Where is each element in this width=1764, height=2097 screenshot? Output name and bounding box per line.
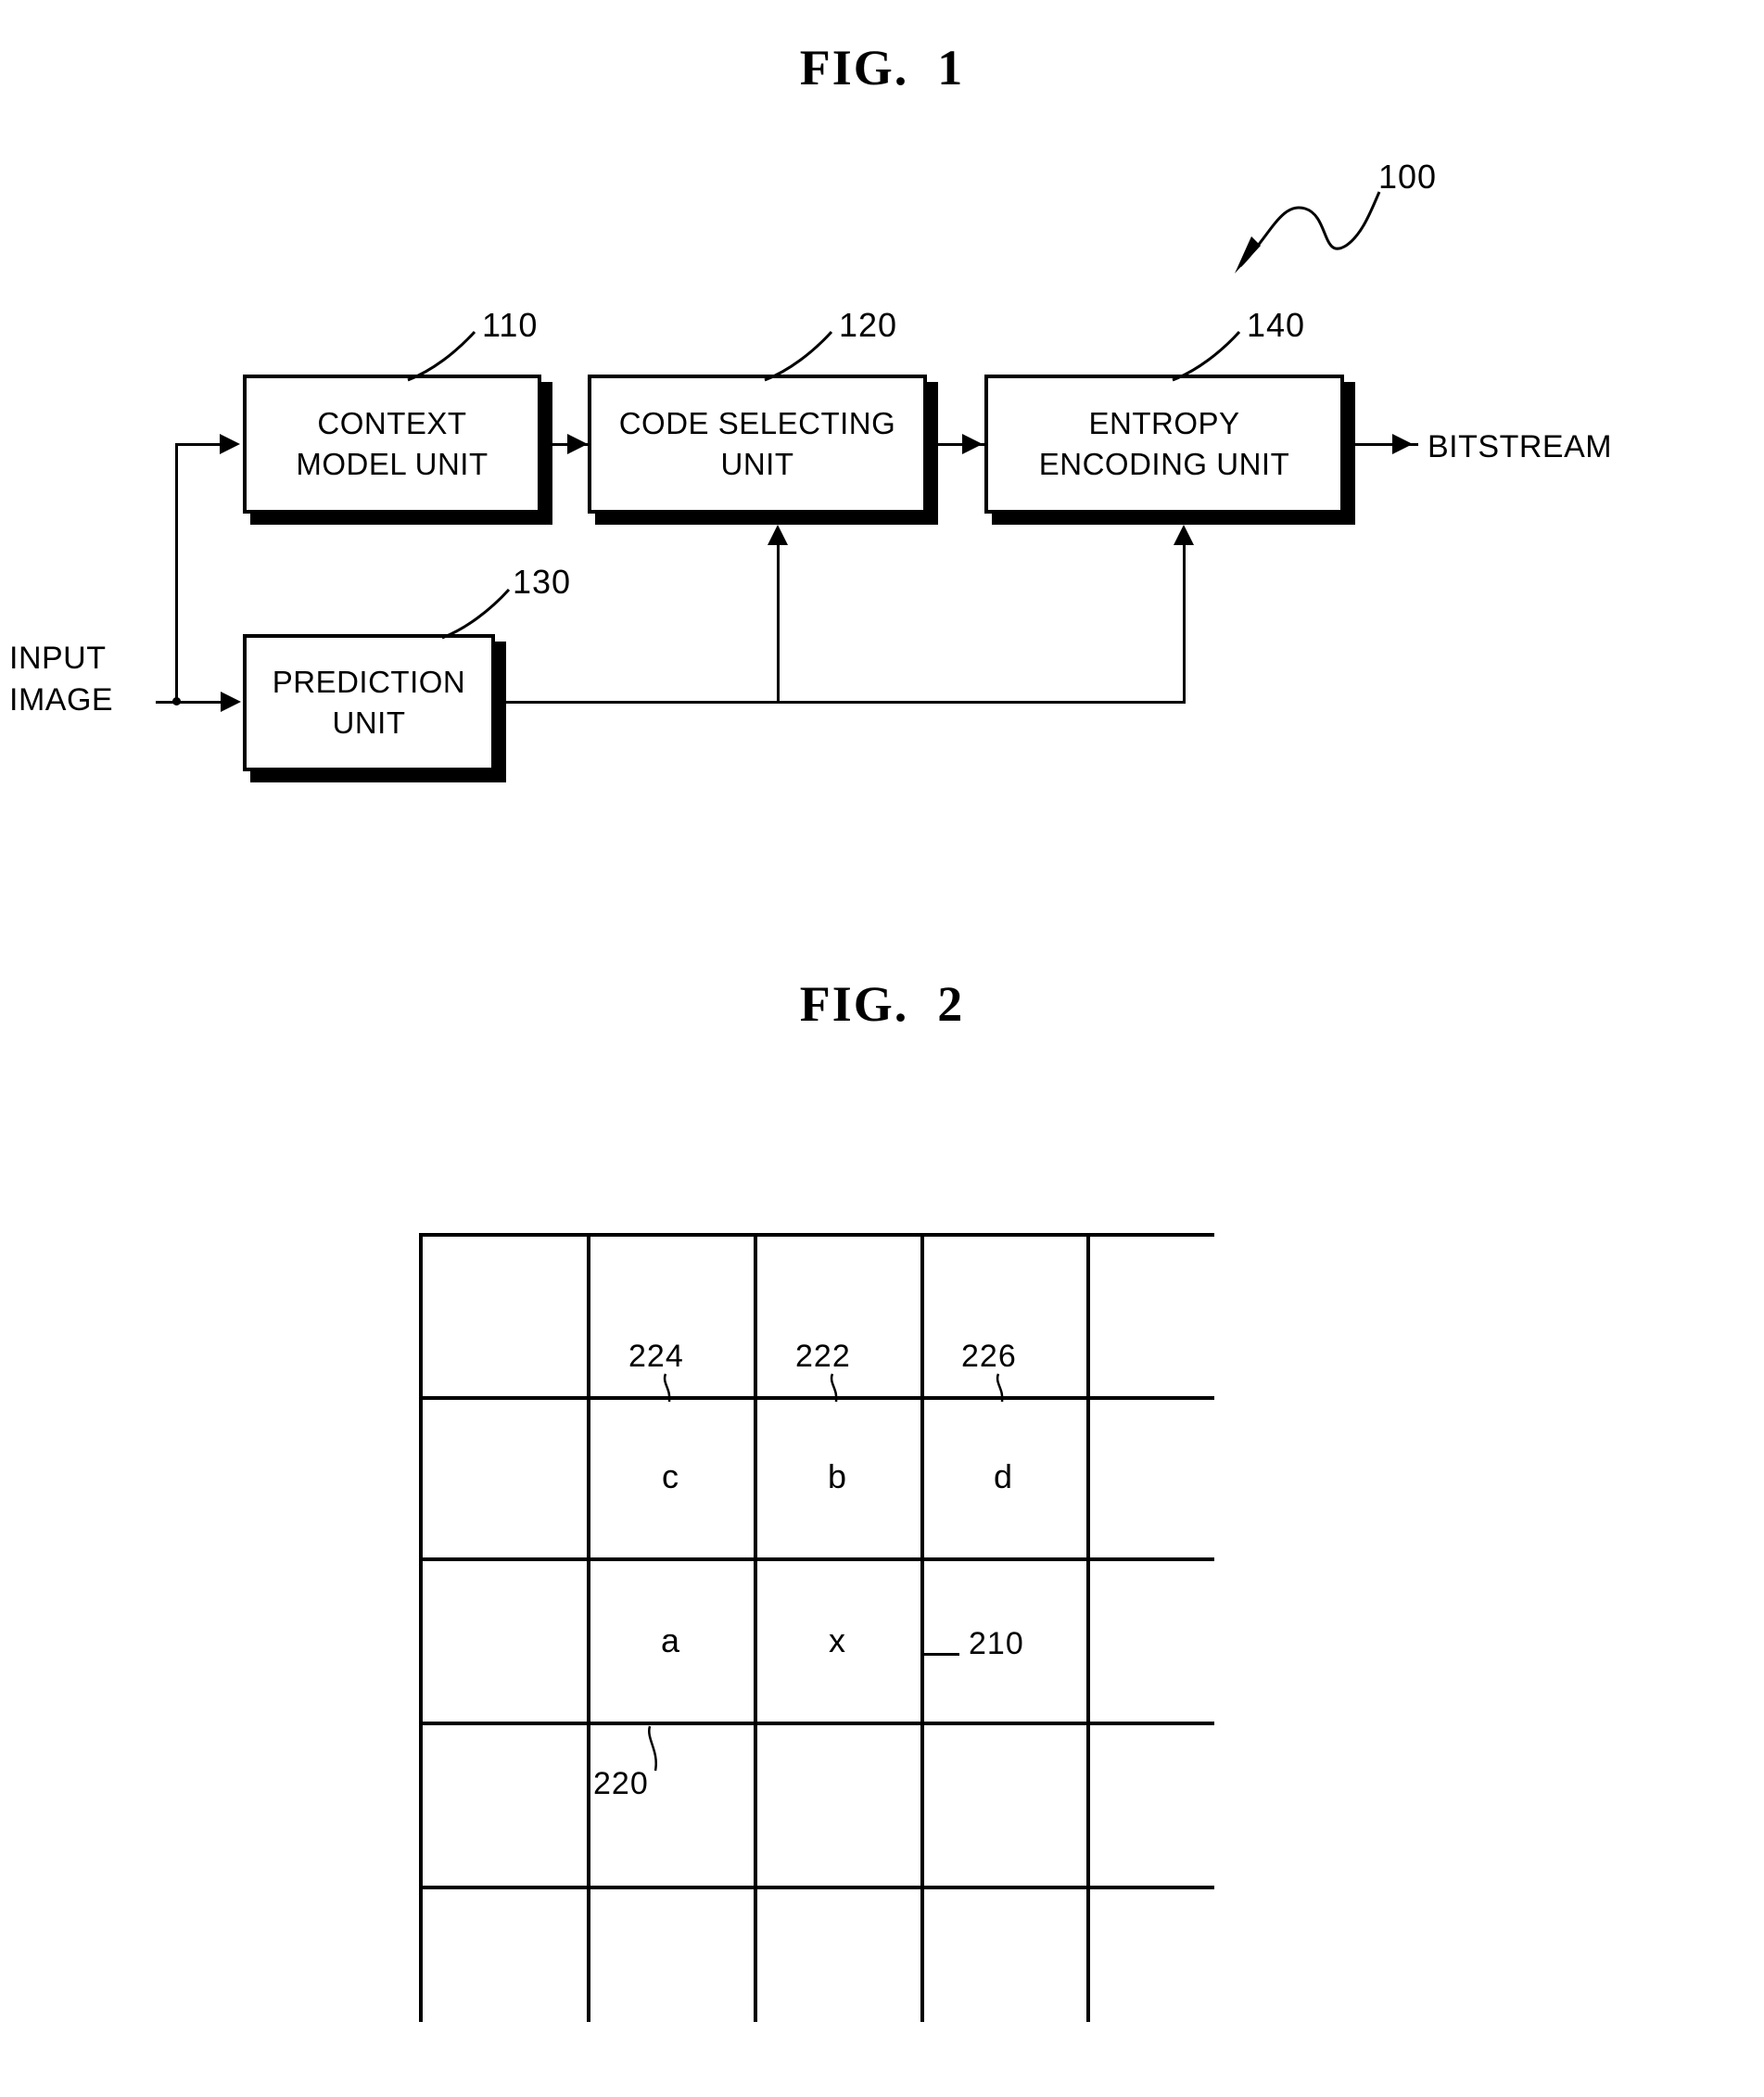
block-120-shadow-bottom (595, 514, 938, 525)
grid-cell-x: x (829, 1621, 845, 1659)
block-140-shadow-right (1344, 382, 1355, 525)
arrowhead-input-to-prediction (221, 692, 241, 712)
grid-hline-1 (419, 1396, 1214, 1400)
ref-110-leader (407, 330, 476, 382)
block-prediction-unit[interactable]: PREDICTION UNIT (243, 634, 495, 771)
conn-input-branch-riser (175, 443, 178, 703)
block-110-shadow-right (541, 382, 552, 525)
block-prediction-unit-label: PREDICTION UNIT (272, 665, 466, 740)
block-140-shadow-bottom (992, 514, 1355, 525)
grid-vline-0 (419, 1233, 423, 2022)
conn-prediction-to-code-riser (777, 536, 780, 703)
arrowhead-context-to-code (567, 434, 588, 454)
block-entropy-encoding-unit-label: ENTROPY ENCODING UNIT (1038, 406, 1290, 481)
block-130-shadow-right (495, 642, 506, 782)
block-entropy-encoding-unit[interactable]: ENTROPY ENCODING UNIT (984, 375, 1344, 514)
ref-140-leader (1172, 330, 1241, 382)
arrowhead-entropy-to-bitstream (1392, 434, 1413, 454)
figure2-title: FIG. 2 (799, 976, 965, 1032)
grid-hline-4 (419, 1886, 1214, 1889)
block-code-selecting-unit-label: CODE SELECTING UNIT (618, 406, 896, 481)
grid-vline-1 (587, 1233, 590, 2022)
figure2-grid: c b d a x (419, 1233, 1214, 2022)
grid-cell-c: c (662, 1457, 679, 1495)
ref-130-leader (441, 588, 511, 640)
input-image-label: INPUT IMAGE (9, 641, 114, 718)
grid-vline-3 (920, 1233, 924, 2022)
block-120-shadow-right (927, 382, 938, 525)
junction-input-branch (172, 697, 181, 705)
ref-210-leader (920, 1653, 959, 1656)
conn-input-to-prediction (156, 701, 222, 704)
ref-224-leader (663, 1373, 671, 1403)
block-context-model-unit-label: CONTEXT MODEL UNIT (296, 406, 489, 481)
ref-220-leader (648, 1725, 657, 1772)
conn-branch-to-context (175, 443, 222, 446)
grid-cell-b: b (827, 1457, 847, 1495)
arrowhead-code-to-entropy (962, 434, 983, 454)
drawing-sheet: FIG. 1 100 CONTEXT MODEL UNIT 110 CODE S… (0, 0, 1764, 2097)
block-code-selecting-unit[interactable]: CODE SELECTING UNIT (588, 375, 927, 514)
grid-cell-d: d (993, 1457, 1013, 1495)
block-context-model-unit[interactable]: CONTEXT MODEL UNIT (243, 375, 541, 514)
ref-226-leader (996, 1373, 1004, 1403)
grid-vline-4 (1086, 1233, 1090, 2022)
grid-hline-2 (419, 1557, 1214, 1561)
ref-100-leader (1235, 191, 1381, 273)
arrowhead-branch-to-context (220, 434, 240, 454)
conn-prediction-to-entropy-riser (1183, 536, 1186, 703)
grid-hline-3 (419, 1722, 1214, 1725)
arrowhead-prediction-to-code (768, 525, 788, 545)
grid-hline-0 (419, 1233, 1214, 1237)
grid-cell-a: a (660, 1621, 680, 1659)
figure1-title: FIG. 1 (799, 40, 965, 95)
ref-222-leader (830, 1373, 838, 1403)
conn-prediction-output-bus (495, 701, 1186, 704)
block-130-shadow-bottom (250, 771, 506, 782)
arrowhead-prediction-to-entropy (1174, 525, 1194, 545)
block-110-shadow-bottom (250, 514, 552, 525)
bitstream-label: BITSTREAM (1428, 429, 1613, 464)
grid-vline-2 (754, 1233, 757, 2022)
ref-120-leader (764, 330, 833, 382)
